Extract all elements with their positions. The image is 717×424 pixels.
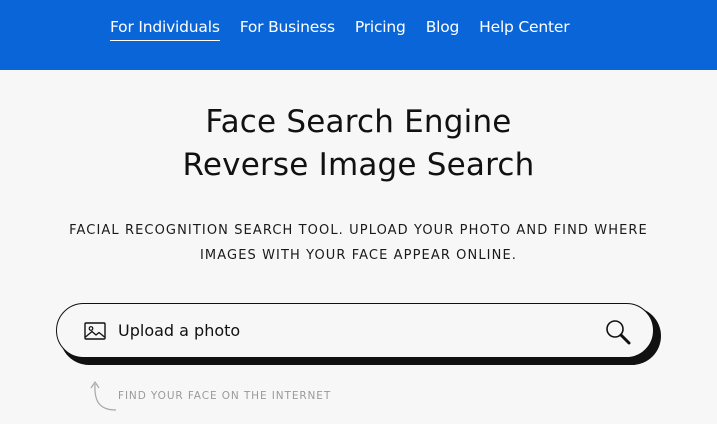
hero-subtitle-line-2: IMAGES WITH YOUR FACE APPEAR ONLINE. [200,248,517,263]
upload-photo-box[interactable]: Upload a photo [56,303,654,358]
nav-item-pricing[interactable]: Pricing [355,17,406,37]
nav-item-help-center[interactable]: Help Center [479,17,569,37]
hero-subtitle-line-1: FACIAL RECOGNITION SEARCH TOOL. UPLOAD Y… [69,223,648,238]
hero-title-line-2: Reverse Image Search [182,147,535,183]
nav-item-for-individuals[interactable]: For Individuals [110,17,220,41]
image-icon [84,322,106,340]
hero-title-line-1: Face Search Engine [205,104,512,140]
curved-arrow-icon [90,381,117,411]
upload-photo-label: Upload a photo [118,321,241,340]
search-icon[interactable] [604,318,632,346]
upload-hint-text: FIND YOUR FACE ON THE INTERNET [118,390,332,402]
top-nav-bar: For Individuals For Business Pricing Blo… [0,0,717,70]
nav-item-blog[interactable]: Blog [426,17,460,37]
main-nav: For Individuals For Business Pricing Blo… [110,17,570,41]
nav-item-for-business[interactable]: For Business [240,17,335,37]
